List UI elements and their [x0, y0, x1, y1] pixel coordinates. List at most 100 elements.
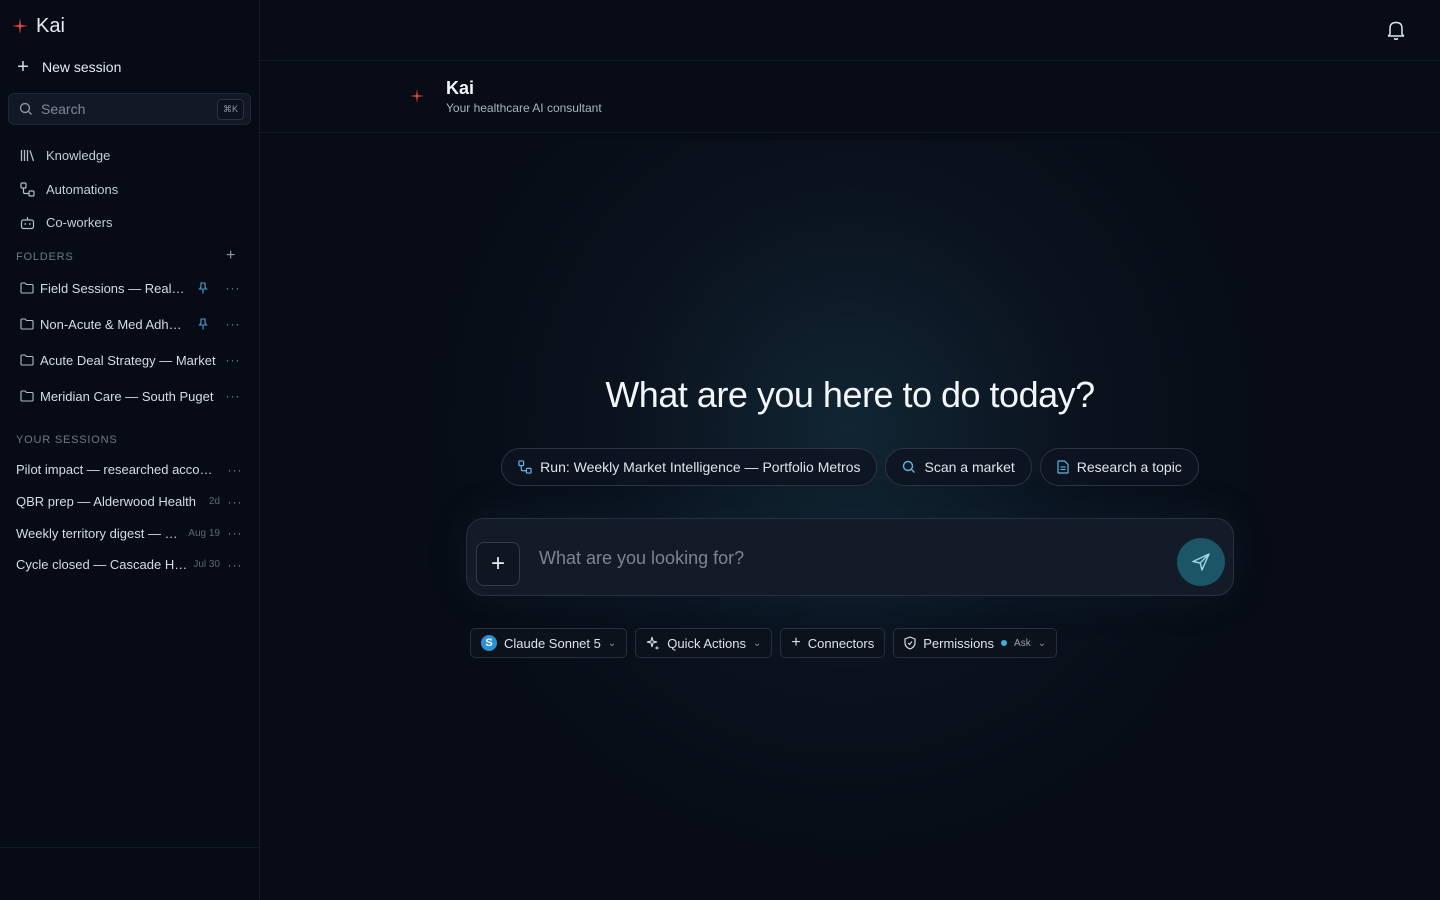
workflow-icon	[518, 460, 532, 474]
session-list: Pilot impact — researched accounts ··· Q…	[16, 454, 250, 581]
prompt-input[interactable]	[539, 545, 1159, 571]
session-date: Jul 30	[193, 559, 220, 571]
chip-run-weekly-market-intelligence[interactable]: Run: Weekly Market Intelligence — Portfo…	[501, 448, 878, 486]
session-item[interactable]: QBR prep — Alderwood Health 2d ···	[16, 486, 250, 518]
chip-label: Run: Weekly Market Intelligence — Portfo…	[540, 459, 861, 475]
status-dot-icon	[1001, 640, 1008, 646]
kai-logo-icon	[410, 89, 424, 103]
session-name: Weekly territory digest — Seattle	[16, 525, 182, 541]
sidebar-item-automations[interactable]: Automations	[20, 173, 250, 207]
chip-scan-a-market[interactable]: Scan a market	[885, 448, 1032, 486]
sidebar-item-label: Automations	[46, 181, 119, 197]
new-session-button[interactable]: + New session	[14, 56, 121, 78]
agent-name: Kai	[446, 78, 475, 98]
brand[interactable]: Kai	[12, 14, 65, 38]
folder-item[interactable]: Acute Deal Strategy — Market ···	[20, 342, 250, 378]
app-name: Kai	[36, 14, 65, 37]
workflow-icon	[20, 182, 35, 197]
folder-item[interactable]: Field Sessions — Real Estate ···	[20, 270, 250, 306]
plus-icon: +	[17, 56, 29, 78]
connectors-button[interactable]: + Connectors	[780, 628, 886, 658]
quick-actions-button[interactable]: Quick Actions ⌄	[635, 628, 773, 658]
sidebar-item-label: Knowledge	[46, 148, 111, 164]
search-input[interactable]: Search	[41, 101, 209, 117]
notifications-button[interactable]	[1386, 19, 1406, 46]
hero-heading: What are you here to do today?	[605, 374, 1095, 415]
folder-name: Meridian Care — South Puget	[40, 388, 214, 404]
search-icon	[19, 102, 32, 115]
folder-name: Field Sessions — Real Estate	[40, 280, 188, 296]
folder-name: Non-Acute & Med Adherence	[40, 316, 188, 332]
session-date: 2d	[208, 496, 220, 508]
chevron-down-icon: ⌄	[607, 637, 617, 649]
background-glow	[430, 140, 1270, 860]
connectors-label: Connectors	[807, 635, 875, 651]
sidebar-item-knowledge[interactable]: Knowledge	[20, 139, 250, 173]
main-panel: Kai Your healthcare AI consultant What a…	[260, 0, 1440, 900]
folder-item[interactable]: Meridian Care — South Puget ···	[20, 378, 250, 414]
sessions-heading: YOUR SESSIONS	[16, 434, 118, 446]
folder-item[interactable]: Non-Acute & Med Adherence ···	[20, 306, 250, 342]
document-icon	[1057, 460, 1069, 474]
folder-list: Field Sessions — Real Estate ··· Non-Acu…	[20, 270, 250, 414]
composer-toolbar: S Claude Sonnet 5 ⌄ Quick Actions ⌄ + Co…	[470, 628, 1058, 658]
session-item[interactable]: Weekly territory digest — Seattle Aug 19…	[16, 517, 250, 549]
send-button[interactable]	[1177, 538, 1225, 586]
chip-label: Scan a market	[924, 459, 1015, 475]
sparkles-icon	[647, 636, 660, 650]
permissions-label: Permissions	[923, 635, 995, 651]
pin-icon[interactable]	[198, 282, 208, 294]
attach-button[interactable]: +	[476, 542, 520, 586]
folder-icon	[20, 318, 34, 330]
add-folder-button[interactable]: +	[226, 247, 235, 265]
more-options-icon[interactable]: ···	[218, 389, 248, 403]
search-icon	[903, 460, 916, 473]
search-box[interactable]: Search ⌘K	[8, 93, 251, 125]
more-options-icon[interactable]: ···	[220, 526, 250, 540]
pin-icon[interactable]	[198, 318, 208, 330]
folders-heading: FOLDERS	[16, 251, 74, 263]
permissions-mode: Ask	[1014, 637, 1031, 649]
new-session-label: New session	[42, 59, 122, 75]
plus-icon: +	[490, 550, 505, 577]
session-name: QBR prep — Alderwood Health	[16, 494, 196, 510]
model-label: Claude Sonnet 5	[504, 635, 601, 651]
sidebar: Kai + New session Search ⌘K Knowledge Au…	[0, 0, 260, 900]
chevron-down-icon: ⌄	[753, 637, 762, 649]
search-shortcut: ⌘K	[216, 98, 244, 120]
composer: +	[466, 518, 1234, 596]
top-bar	[260, 0, 1440, 61]
bot-icon	[20, 216, 35, 229]
send-icon	[1192, 553, 1210, 571]
chevron-down-icon: ⌄	[1037, 637, 1047, 649]
more-options-icon[interactable]: ···	[220, 495, 250, 509]
shield-icon	[904, 636, 916, 650]
permissions-selector[interactable]: Permissions Ask ⌄	[893, 628, 1058, 658]
plus-icon: +	[791, 634, 801, 651]
kai-logo-icon	[12, 18, 28, 34]
session-date: Aug 19	[188, 527, 220, 539]
more-options-icon[interactable]: ···	[220, 558, 250, 572]
folder-icon	[20, 390, 34, 402]
chip-label: Research a topic	[1076, 459, 1182, 475]
model-selector[interactable]: S Claude Sonnet 5 ⌄	[470, 628, 628, 658]
more-options-icon[interactable]: ···	[218, 317, 248, 331]
bell-icon	[1387, 21, 1405, 40]
session-item[interactable]: Cycle closed — Cascade Health Jul 30 ···	[16, 549, 250, 581]
more-options-icon[interactable]: ···	[220, 463, 250, 477]
more-options-icon[interactable]: ···	[218, 281, 248, 295]
chip-research-a-topic[interactable]: Research a topic	[1039, 448, 1199, 486]
sidebar-item-co-workers[interactable]: Co-workers	[20, 206, 250, 240]
folder-icon	[20, 282, 34, 294]
session-item[interactable]: Pilot impact — researched accounts ···	[16, 454, 250, 486]
suggestion-chips: Run: Weekly Market Intelligence — Portfo…	[260, 448, 1440, 486]
session-name: Pilot impact — researched accounts	[16, 462, 214, 478]
more-options-icon[interactable]: ···	[218, 353, 248, 367]
model-badge-icon: S	[481, 635, 497, 651]
sidebar-nav: Knowledge Automations Co-workers	[20, 139, 250, 240]
agent-subtitle: Your healthcare AI consultant	[446, 101, 602, 115]
library-icon	[20, 150, 35, 162]
agent-header: Kai Your healthcare AI consultant	[260, 61, 1440, 133]
quick-actions-label: Quick Actions	[667, 635, 747, 651]
sidebar-item-label: Co-workers	[46, 215, 113, 231]
